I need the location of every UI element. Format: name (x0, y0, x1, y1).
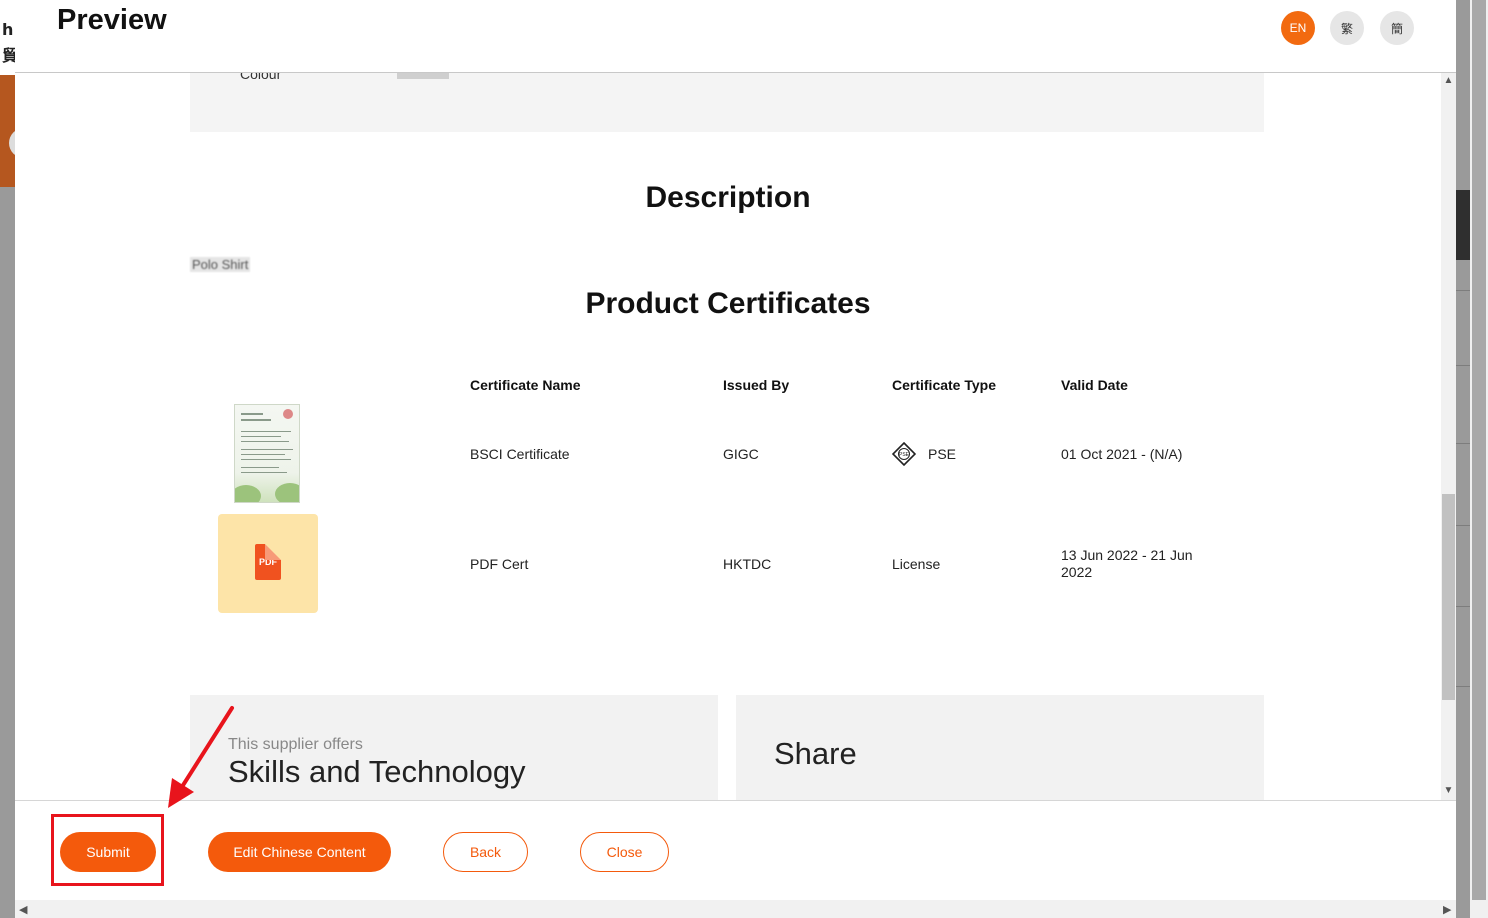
description-text: Polo Shirt (190, 257, 251, 272)
modal-footer: Submit Edit Chinese Content Back Close (15, 800, 1456, 900)
certificate-issuer: GIGC (723, 446, 759, 462)
certificate-valid-date: 13 Jun 2022 - 21 Jun 2022 (1061, 547, 1193, 580)
pdf-icon-label: PDF (259, 557, 277, 567)
modal-body[interactable]: Colour Description Polo Shirt Product Ce… (15, 73, 1441, 800)
background-brand-char: 貿 (2, 46, 15, 65)
certificates-heading: Product Certificates (585, 287, 871, 320)
background-divider (1456, 290, 1470, 291)
background-brand-char: h (2, 20, 14, 39)
certificate-name: PDF Cert (470, 556, 529, 572)
modal-scrollbar[interactable]: ▲ ▼ (1441, 73, 1456, 800)
language-simplified-chinese-button[interactable]: 簡 (1380, 11, 1414, 45)
background-banner (0, 75, 15, 187)
horizontal-scrollbar[interactable]: ◀ ▶ (15, 900, 1456, 918)
background-divider (1456, 525, 1470, 526)
background-side-tab[interactable] (1456, 190, 1471, 260)
scroll-right-arrow-icon[interactable]: ▶ (1443, 903, 1451, 916)
background-divider (1456, 606, 1470, 607)
page-scrollbar[interactable] (1470, 0, 1488, 918)
scroll-up-arrow-icon[interactable]: ▲ (1443, 75, 1454, 86)
share-title: Share (774, 736, 857, 771)
scroll-left-arrow-icon[interactable]: ◀ (19, 903, 27, 916)
background-divider (1456, 443, 1470, 444)
colour-value (397, 73, 449, 79)
supplier-offers-panel: This supplier offers Skills and Technolo… (190, 695, 718, 800)
modal-header: Preview EN 繁 簡 (15, 0, 1456, 73)
description-heading: Description (645, 181, 811, 214)
scroll-down-arrow-icon[interactable]: ▼ (1443, 785, 1454, 796)
certificate-name: BSCI Certificate (470, 446, 570, 462)
certificate-type: PSE (928, 446, 957, 462)
submit-highlight-box (51, 814, 164, 886)
share-panel: Share (736, 695, 1264, 800)
background-divider (1456, 365, 1470, 366)
page-scrollbar-thumb[interactable] (1472, 0, 1486, 900)
certificate-issuer: HKTDC (723, 556, 772, 572)
edit-chinese-content-button[interactable]: Edit Chinese Content (208, 832, 391, 872)
certificate-type: License (892, 556, 941, 572)
modal-title: Preview (57, 4, 167, 36)
background-brand: h 貿 (0, 0, 15, 75)
certificate-valid-date: 01 Oct 2021 - (N/A) (1061, 446, 1183, 462)
spec-panel: Colour (190, 73, 1264, 132)
column-certificate-name: Certificate Name (470, 377, 581, 393)
offers-title: Skills and Technology (228, 754, 526, 789)
language-en-button[interactable]: EN (1281, 11, 1315, 45)
pse-diamond-icon: PSE (892, 442, 916, 466)
close-button[interactable]: Close (580, 832, 669, 872)
column-valid-date: Valid Date (1061, 377, 1128, 393)
column-issued-by: Issued By (723, 377, 790, 393)
language-traditional-chinese-button[interactable]: 繁 (1330, 11, 1364, 45)
annotation-arrow-icon (168, 706, 234, 808)
modal-scrollbar-thumb[interactable] (1442, 494, 1455, 700)
back-button[interactable]: Back (443, 832, 528, 872)
colour-label: Colour (240, 73, 282, 82)
column-certificate-type: Certificate Type (892, 377, 996, 393)
pse-mark-text: PSE (899, 452, 910, 458)
pdf-icon: PDF (255, 544, 281, 580)
background-divider (1456, 686, 1470, 687)
pdf-thumbnail[interactable]: PDF (218, 514, 318, 613)
certificate-thumbnail[interactable] (234, 404, 300, 503)
